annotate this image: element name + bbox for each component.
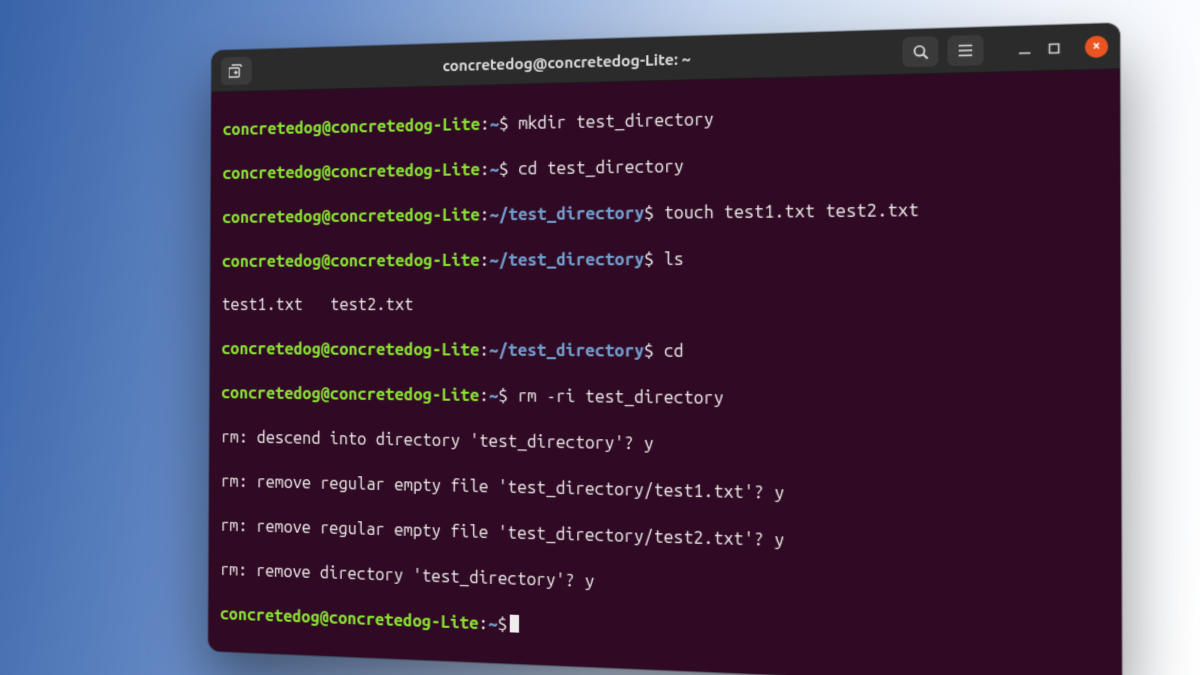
minimize-button[interactable]: [1018, 42, 1039, 56]
prompt-userhost: concretedog@concretedog-Lite: [221, 340, 479, 360]
prompt-userhost: concretedog@concretedog-Lite: [221, 384, 479, 405]
prompt-userhost: concretedog@concretedog-Lite: [223, 115, 481, 139]
output-line: rm: remove directory 'test_directory'? y: [220, 560, 1107, 612]
prompt-userhost: concretedog@concretedog-Lite: [222, 251, 480, 271]
command-text: touch test1.txt test2.txt: [664, 201, 919, 223]
prompt-sigil: $: [644, 342, 654, 361]
hamburger-icon: [958, 44, 974, 57]
terminal-line: concretedog@concretedog-Lite:~$ mkdir te…: [223, 101, 1106, 142]
maximize-button[interactable]: [1048, 42, 1069, 55]
command-text: cd test_directory: [518, 157, 684, 178]
maximize-icon: [1048, 42, 1069, 55]
prompt-path: ~/test_directory: [489, 250, 644, 270]
output-line: test1.txt test2.txt: [222, 295, 1107, 319]
search-button[interactable]: [902, 36, 938, 67]
prompt-path: ~: [488, 615, 498, 634]
prompt-path: ~/test_directory: [489, 204, 644, 224]
prompt-sigil: $: [498, 387, 508, 406]
terminal-line: concretedog@concretedog-Lite:~$: [220, 604, 1108, 661]
terminal-line: concretedog@concretedog-Lite:~/test_dire…: [222, 246, 1107, 274]
command-text: ls: [664, 250, 684, 269]
prompt-path: ~/test_directory: [489, 342, 644, 362]
window-title: concretedog@concretedog-Lite: ~: [259, 43, 893, 78]
output-line: rm: descend into directory 'test_directo…: [221, 427, 1107, 465]
terminal-line: concretedog@concretedog-Lite:~/test_dire…: [221, 339, 1106, 367]
terminal-body[interactable]: concretedog@concretedog-Lite:~$ mkdir te…: [208, 69, 1122, 675]
prompt-path: ~: [489, 160, 499, 179]
terminal-line: concretedog@concretedog-Lite:~/test_dire…: [222, 197, 1106, 229]
prompt-path: ~: [489, 387, 499, 406]
hamburger-menu-button[interactable]: [947, 35, 983, 66]
output-line: rm: remove regular empty file 'test_dire…: [221, 471, 1108, 513]
new-tab-icon: [229, 64, 244, 78]
command-text: cd: [664, 342, 684, 361]
new-tab-button[interactable]: [221, 57, 252, 86]
close-button[interactable]: ×: [1085, 35, 1108, 58]
search-icon: [912, 43, 929, 60]
prompt-userhost: concretedog@concretedog-Lite: [220, 605, 479, 633]
prompt-sigil: $: [498, 615, 508, 634]
prompt-userhost: concretedog@concretedog-Lite: [222, 206, 480, 227]
terminal-line: concretedog@concretedog-Lite:~$ cd test_…: [222, 149, 1106, 186]
minimize-icon: [1018, 42, 1039, 56]
prompt-userhost: concretedog@concretedog-Lite: [222, 161, 480, 183]
prompt-sigil: $: [644, 204, 654, 223]
terminal-line: concretedog@concretedog-Lite:~$ rm -ri t…: [221, 383, 1107, 416]
prompt-sigil: $: [499, 160, 509, 179]
output-line: rm: remove regular empty file 'test_dire…: [220, 515, 1107, 562]
close-icon: ×: [1093, 41, 1101, 52]
prompt-sigil: $: [499, 115, 509, 134]
desktop-background: concretedog@concretedog-Lite: ~: [0, 0, 1200, 675]
command-text: mkdir test_directory: [518, 110, 714, 133]
prompt-sigil: $: [644, 250, 654, 269]
cursor: [509, 614, 518, 632]
terminal-window: concretedog@concretedog-Lite: ~: [208, 23, 1122, 675]
command-text: rm -ri test_directory: [517, 387, 723, 408]
prompt-path: ~: [490, 115, 500, 134]
